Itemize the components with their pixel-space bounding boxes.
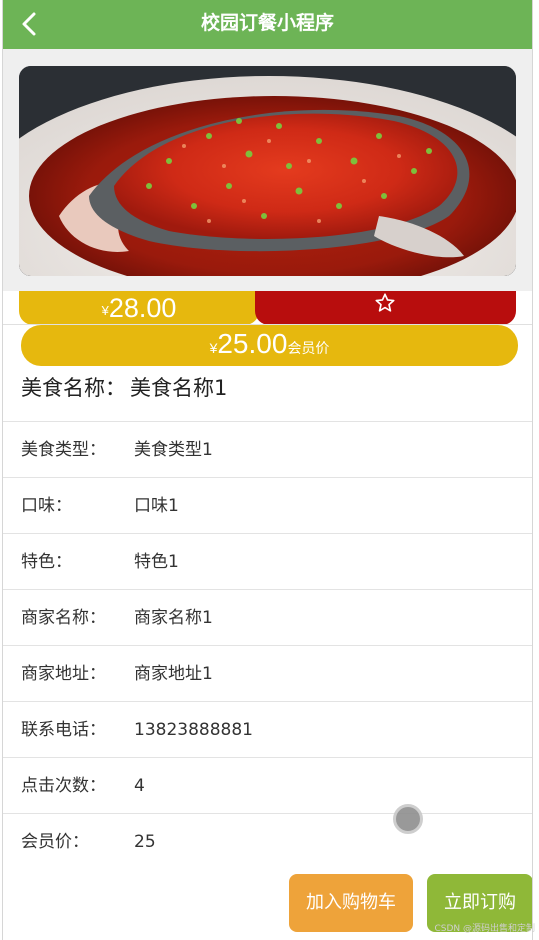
detail-value: 美食类型1	[134, 440, 213, 460]
detail-list: 美食类型： 美食类型1 口味： 口味1 特色： 特色1 商家名称： 商家名称1 …	[3, 421, 532, 869]
detail-row-clicks: 点击次数： 4	[3, 757, 532, 813]
vip-price-value: 25.00	[217, 328, 288, 359]
price-value: 28.00	[108, 293, 177, 323]
detail-label: 联系电话：	[21, 720, 106, 740]
detail-value: 13823888881	[134, 720, 253, 740]
food-name-label: 美食名称：	[21, 376, 126, 400]
vip-price-badge: ¥25.00会员价	[21, 325, 518, 366]
vip-tag: 会员价	[287, 340, 330, 356]
price-row: ¥28.00	[19, 291, 516, 325]
app-frame: 校园订餐小程序 ¥28.00 ¥25.00会员价 美食名称： 美食名称1 美食类…	[2, 0, 533, 940]
detail-row-vip-price: 会员价： 25	[3, 813, 532, 869]
detail-value: 25	[134, 832, 156, 852]
page-title: 校园订餐小程序	[200, 12, 334, 34]
detail-value: 4	[134, 776, 145, 796]
detail-label: 商家地址：	[21, 664, 106, 684]
detail-value: 口味1	[134, 496, 179, 516]
detail-label: 商家名称：	[21, 608, 106, 628]
detail-value: 商家地址1	[134, 664, 213, 684]
floating-action-dot[interactable]	[393, 804, 423, 834]
price-currency: ¥	[101, 303, 109, 318]
watermark: CSDN @源码出售和定制	[434, 924, 535, 934]
detail-value: 特色1	[134, 552, 179, 572]
banner-area	[3, 49, 532, 291]
add-to-cart-button[interactable]: 加入购物车	[289, 874, 413, 932]
detail-value: 商家名称1	[134, 608, 213, 628]
star-outline-icon	[375, 293, 395, 312]
detail-row-address: 商家地址： 商家地址1	[3, 645, 532, 701]
detail-label: 美食类型：	[21, 440, 106, 460]
food-name-row: 美食名称： 美食名称1	[21, 370, 227, 406]
detail-label: 特色：	[21, 552, 72, 572]
price-badge: ¥28.00	[19, 291, 259, 325]
detail-row-type: 美食类型： 美食类型1	[3, 421, 532, 477]
detail-row-merchant: 商家名称： 商家名称1	[3, 589, 532, 645]
food-image	[19, 66, 516, 276]
favorite-button[interactable]	[255, 291, 516, 325]
detail-row-feature: 特色： 特色1	[3, 533, 532, 589]
detail-row-taste: 口味： 口味1	[3, 477, 532, 533]
detail-label: 口味：	[21, 496, 72, 516]
detail-label: 会员价：	[21, 832, 89, 852]
detail-row-phone: 联系电话： 13823888881	[3, 701, 532, 757]
detail-label: 点击次数：	[21, 776, 106, 796]
food-name-value: 美食名称1	[130, 376, 228, 400]
top-bar: 校园订餐小程序	[3, 0, 532, 49]
